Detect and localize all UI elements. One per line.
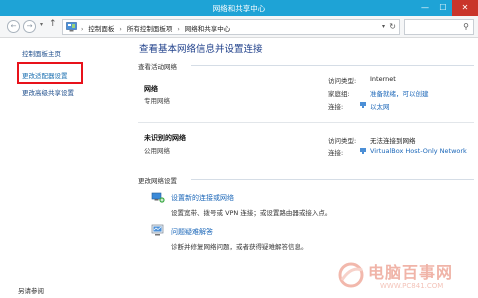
search-icon[interactable]: ⚲ — [463, 22, 469, 31]
advanced-sharing-settings-link[interactable]: 更改高级共享设置 — [22, 87, 74, 97]
setup-new-connection-link[interactable]: 设置新的连接或网络 — [171, 193, 234, 203]
navigation-bar: ← → ▾ ↑ › 控制面板 › 所有控制面板项 › 网络和共享中心 ▾ ↻ ⚲ — [0, 16, 478, 38]
access-type-value: Internet — [370, 75, 396, 83]
search-input[interactable]: ⚲ — [404, 19, 474, 35]
new-connection-icon — [151, 192, 165, 203]
close-button[interactable]: ✕ — [452, 0, 478, 16]
section-divider — [191, 179, 474, 180]
breadcrumb-network-center[interactable]: 网络和共享中心 — [185, 25, 231, 33]
refresh-icon[interactable]: ↻ — [389, 22, 396, 31]
page-title: 查看基本网络信息并设置连接 — [139, 44, 263, 55]
setup-connection-description: 设置宽带、拨号或 VPN 连接；或设置路由器或接入点。 — [171, 209, 332, 217]
breadcrumb-separator-icon: › — [119, 26, 122, 33]
active-networks-heading: 查看活动网络 — [138, 63, 177, 71]
homegroup-label: 家庭组: — [328, 90, 350, 98]
watermark-name: 电脑百事网 — [368, 263, 454, 282]
change-settings-heading: 更改网络设置 — [138, 177, 177, 185]
recent-locations-button[interactable]: ▾ — [40, 21, 43, 28]
breadcrumb-control-panel[interactable]: 控制面板 — [88, 25, 114, 33]
control-panel-home-link[interactable]: 控制面板主页 — [22, 48, 61, 58]
network-type: 专用网络 — [144, 97, 170, 105]
left-pane: 控制面板主页 更改适配器设置 更改高级共享设置 另请参阅 — [0, 38, 131, 298]
access-type-label: 访问类型: — [328, 77, 357, 85]
virtualbox-network-link[interactable]: VirtualBox Host-Only Network — [370, 147, 467, 155]
address-bar[interactable]: › 控制面板 › 所有控制面板项 › 网络和共享中心 ▾ ↻ — [62, 19, 400, 35]
maximize-button[interactable]: ☐ — [434, 0, 452, 16]
section-divider — [191, 65, 474, 66]
breadcrumb-separator-icon: › — [177, 26, 180, 33]
troubleshoot-icon — [151, 224, 164, 236]
control-panel-icon — [66, 22, 77, 32]
connection-label: 连接: — [328, 103, 344, 111]
access-type-label: 访问类型: — [328, 137, 357, 145]
up-button[interactable]: ↑ — [49, 19, 57, 29]
ethernet-icon — [360, 102, 366, 108]
title-bar: 网络和共享中心 — ☐ ✕ — [0, 0, 478, 16]
watermark: 电脑百事网 WWW.PC841.COM — [336, 258, 476, 296]
breadcrumb-separator-icon: › — [81, 26, 84, 33]
ethernet-link[interactable]: 以太网 — [370, 101, 390, 111]
troubleshoot-link[interactable]: 问题疑难解答 — [171, 227, 213, 237]
back-button[interactable]: ← — [7, 20, 20, 33]
network-divider — [138, 122, 474, 123]
watermark-url: WWW.PC841.COM — [380, 282, 444, 290]
change-adapter-settings-link[interactable]: 更改适配器设置 — [22, 70, 68, 80]
site-logo-icon — [338, 262, 364, 288]
address-dropdown-icon[interactable]: ▾ — [382, 23, 385, 30]
network-name: 未识别的网络 — [144, 134, 186, 142]
window-title: 网络和共享中心 — [212, 4, 266, 13]
network-adapter-icon — [360, 148, 366, 154]
forward-button[interactable]: → — [23, 20, 36, 33]
network-type: 公用网络 — [144, 147, 170, 155]
breadcrumb-all-items[interactable]: 所有控制面板项 — [127, 25, 173, 33]
see-also-heading: 另请参阅 — [18, 287, 44, 295]
network-name: 网络 — [144, 85, 158, 93]
troubleshoot-description: 诊断并修复网络问题，或者获得疑难解答信息。 — [171, 243, 308, 251]
homegroup-link[interactable]: 准备就绪，可以创建 — [370, 88, 429, 98]
access-type-value: 无法连接到网络 — [370, 137, 416, 145]
minimize-button[interactable]: — — [416, 0, 434, 16]
connection-label: 连接: — [328, 149, 344, 157]
breadcrumb: › 控制面板 › 所有控制面板项 › 网络和共享中心 — [81, 23, 230, 33]
